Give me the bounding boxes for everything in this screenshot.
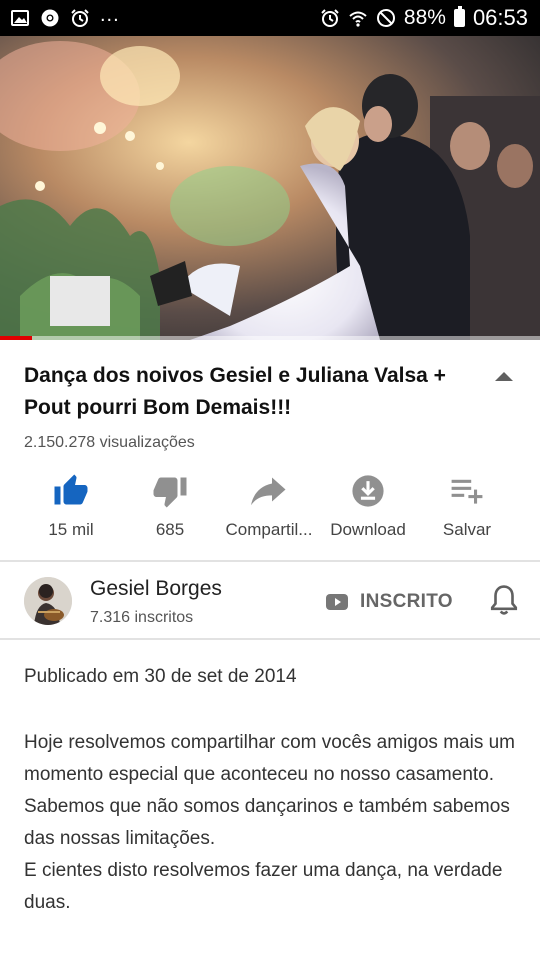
- publish-date: Publicado em 30 de set de 2014: [24, 666, 297, 687]
- divider: [0, 560, 540, 562]
- save-label: Salvar: [442, 520, 492, 539]
- download-icon: [352, 475, 384, 507]
- download-button[interactable]: Download: [314, 470, 422, 550]
- battery-icon: [453, 6, 465, 27]
- collapse-description-button[interactable]: [486, 362, 522, 390]
- subscribed-button[interactable]: INSCRITO: [326, 588, 453, 616]
- action-bar: 15 mil 685 Compartil... Download Salvar: [0, 470, 540, 550]
- save-button[interactable]: Salvar: [413, 470, 521, 550]
- video-frame: [0, 36, 540, 340]
- video-title: Dança dos noivos Gesiel e Juliana Valsa …: [24, 364, 446, 419]
- alarm-icon: [70, 8, 90, 28]
- channel-avatar[interactable]: [24, 577, 72, 625]
- video-player[interactable]: [0, 36, 540, 340]
- dislike-count: 685: [155, 520, 185, 539]
- battery-percent: 88%: [403, 6, 446, 29]
- share-label: Compartil...: [225, 520, 313, 539]
- share-button[interactable]: Compartil...: [215, 470, 323, 550]
- playlist-add-icon: [451, 479, 483, 504]
- bell-icon: [490, 585, 518, 615]
- wifi-icon: [348, 8, 368, 28]
- thumbs-up-icon: [54, 474, 88, 505]
- avatar-image: [24, 577, 72, 625]
- video-progress-track[interactable]: [0, 336, 540, 340]
- divider: [0, 638, 540, 640]
- notification-bell-button[interactable]: [488, 584, 520, 618]
- status-bar: ... 88% 06:53: [0, 0, 540, 36]
- download-label: Download: [330, 520, 406, 539]
- youtube-icon: [326, 594, 348, 610]
- alarm-icon: [320, 8, 340, 28]
- chevron-up-icon: [495, 372, 513, 381]
- status-overflow: ...: [100, 3, 120, 26]
- clock: 06:53: [472, 5, 528, 30]
- dislike-button[interactable]: 685: [116, 470, 224, 550]
- description-paragraph: E cientes disto resolvemos fazer uma dan…: [24, 860, 503, 913]
- description-paragraph: Hoje resolvemos compartilhar com vocês a…: [24, 732, 515, 785]
- like-count: 15 mil: [48, 520, 94, 539]
- subscriber-count: 7.316 inscritos: [90, 609, 194, 626]
- image-icon: [10, 8, 30, 28]
- thumbs-down-icon: [153, 477, 187, 508]
- video-description: Hoje resolvemos compartilhar com vocês a…: [24, 727, 524, 919]
- description-paragraph: Sabemos que não somos dançarinos e també…: [24, 796, 510, 849]
- do-not-disturb-icon: [376, 8, 396, 28]
- like-button[interactable]: 15 mil: [17, 470, 125, 550]
- channel-name[interactable]: Gesiel Borges: [90, 577, 222, 601]
- share-icon: [251, 477, 286, 506]
- view-count: 2.150.278 visualizações: [24, 434, 195, 451]
- video-progress-fill: [0, 336, 33, 340]
- chrome-icon: [40, 8, 60, 28]
- subscribed-label: INSCRITO: [360, 591, 453, 612]
